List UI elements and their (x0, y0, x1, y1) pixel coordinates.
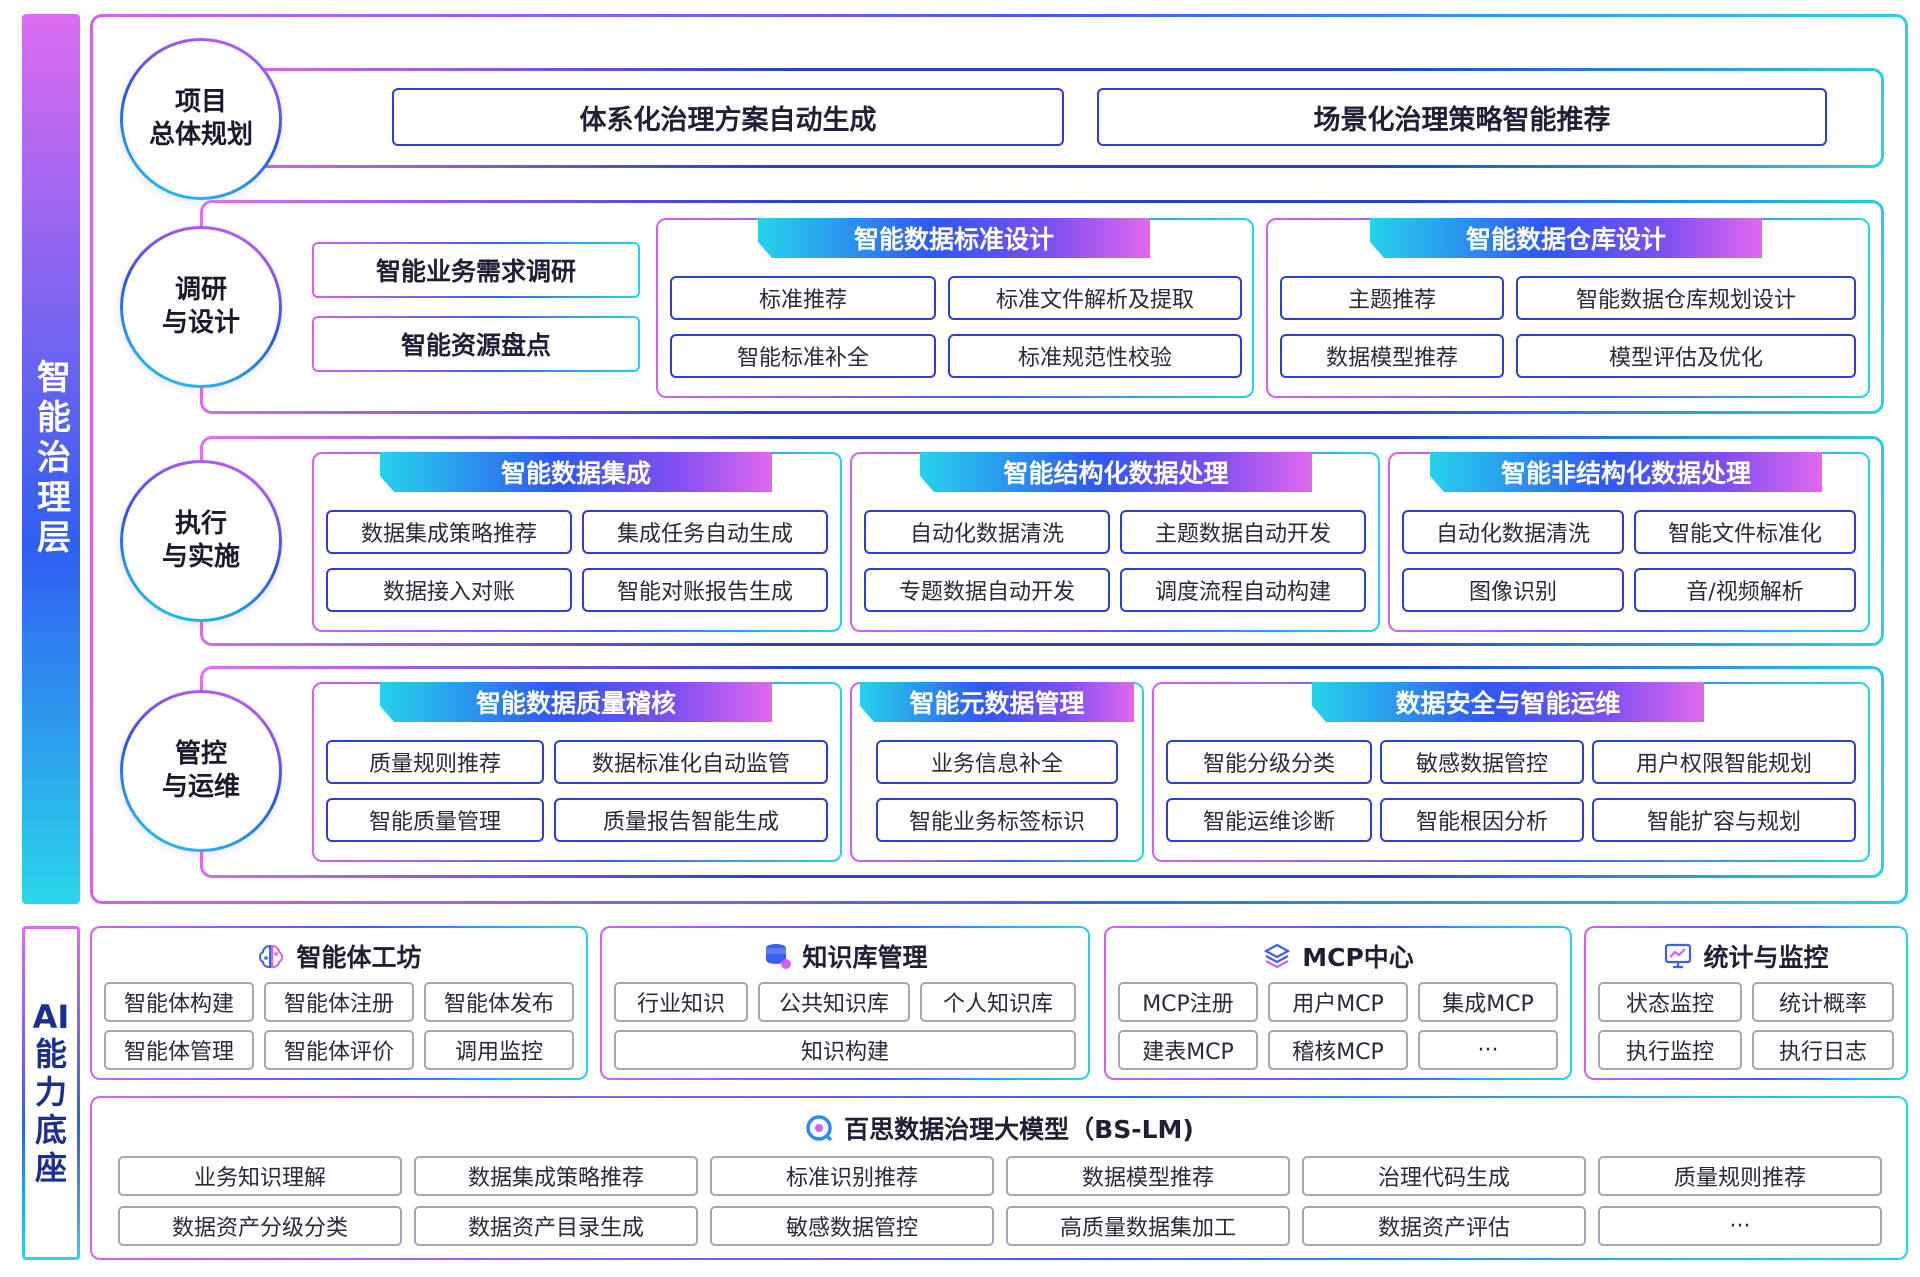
ability-item[interactable]: 智能体发布 (424, 982, 574, 1022)
group-item[interactable]: 数据标准化自动监管 (554, 740, 828, 784)
ability-item[interactable]: 建表MCP (1118, 1030, 1258, 1070)
ability-item[interactable]: 智能体评价 (264, 1030, 414, 1070)
group-quality-audit-title: 智能数据质量稽核 (380, 682, 772, 722)
group-item[interactable]: 智能分级分类 (1166, 740, 1372, 784)
group-item[interactable]: 用户权限智能规划 (1592, 740, 1856, 784)
group-data-integration-title: 智能数据集成 (380, 452, 772, 492)
ability-item[interactable]: MCP注册 (1118, 982, 1258, 1022)
ability-item[interactable]: 稽核MCP (1268, 1030, 1408, 1070)
group-item[interactable]: 智能数据仓库规划设计 (1516, 276, 1856, 320)
ability-item[interactable]: 智能体注册 (264, 982, 414, 1022)
ability-item[interactable]: 状态监控 (1598, 982, 1742, 1022)
ability-item[interactable]: 行业知识 (614, 982, 748, 1022)
group-item[interactable]: 标准推荐 (670, 276, 936, 320)
group-item[interactable]: 数据集成策略推荐 (326, 510, 572, 554)
group-item[interactable]: 智能文件标准化 (1634, 510, 1856, 554)
group-item[interactable]: 模型评估及优化 (1516, 334, 1856, 378)
model-item[interactable]: 数据模型推荐 (1006, 1156, 1290, 1196)
group-unstructured-processing-title: 智能非结构化数据处理 (1430, 452, 1822, 492)
ability-item[interactable]: 执行日志 (1752, 1030, 1894, 1070)
group-item[interactable]: 图像识别 (1402, 568, 1624, 612)
panel-knowledge-base-title: 知识库管理 (600, 936, 1090, 976)
group-item[interactable]: 智能运维诊断 (1166, 798, 1372, 842)
panel-agent-workshop-title: 智能体工坊 (90, 936, 588, 976)
model-item[interactable]: 高质量数据集加工 (1006, 1206, 1290, 1246)
model-item[interactable]: 治理代码生成 (1302, 1156, 1586, 1196)
ai-base-label: AI 能 力 底 座 (32, 997, 70, 1187)
planning-item[interactable]: 场景化治理策略智能推荐 (1097, 88, 1827, 146)
group-structured-processing-title: 智能结构化数据处理 (920, 452, 1312, 492)
ability-item[interactable]: 执行监控 (1598, 1030, 1742, 1070)
research-side-item[interactable]: 智能业务需求调研 (312, 242, 640, 298)
governance-layer-label: 智能治理层 (30, 359, 71, 559)
ability-item[interactable]: 知识构建 (614, 1030, 1076, 1070)
model-item[interactable]: ··· (1598, 1206, 1882, 1246)
group-standard-design-title: 智能数据标准设计 (758, 218, 1150, 258)
group-item[interactable]: 智能对账报告生成 (582, 568, 828, 612)
database-icon (766, 944, 792, 969)
group-item[interactable]: 质量规则推荐 (326, 740, 544, 784)
ability-item[interactable]: ··· (1418, 1030, 1558, 1070)
execute-circle: 执行 与实施 (120, 460, 282, 622)
model-item[interactable]: 敏感数据管控 (710, 1206, 994, 1246)
ability-item[interactable]: 集成MCP (1418, 982, 1558, 1022)
research-circle: 调研 与设计 (120, 226, 282, 388)
model-item[interactable]: 标准识别推荐 (710, 1156, 994, 1196)
group-item[interactable]: 敏感数据管控 (1380, 740, 1584, 784)
group-item[interactable]: 标准规范性校验 (948, 334, 1242, 378)
model-item[interactable]: 数据资产目录生成 (414, 1206, 698, 1246)
model-item[interactable]: 数据集成策略推荐 (414, 1156, 698, 1196)
group-item[interactable]: 智能根因分析 (1380, 798, 1584, 842)
brain-icon (259, 944, 284, 968)
model-item[interactable]: 数据资产分级分类 (118, 1206, 402, 1246)
ability-item[interactable]: 公共知识库 (758, 982, 910, 1022)
ability-item[interactable]: 智能体管理 (104, 1030, 254, 1070)
group-item[interactable]: 主题推荐 (1280, 276, 1504, 320)
panel-stats-monitoring-title: 统计与监控 (1584, 936, 1908, 976)
group-item[interactable]: 智能业务标签标识 (876, 798, 1118, 842)
group-item[interactable]: 集成任务自动生成 (582, 510, 828, 554)
planning-circle: 项目 总体规划 (120, 38, 282, 200)
group-item[interactable]: 数据模型推荐 (1280, 334, 1504, 378)
group-item[interactable]: 智能质量管理 (326, 798, 544, 842)
model-item[interactable]: 业务知识理解 (118, 1156, 402, 1196)
planning-item[interactable]: 体系化治理方案自动生成 (392, 88, 1064, 146)
group-warehouse-design-title: 智能数据仓库设计 (1370, 218, 1762, 258)
layers-icon (1263, 943, 1291, 969)
group-metadata-management-title: 智能元数据管理 (860, 682, 1134, 722)
group-item[interactable]: 音/视频解析 (1634, 568, 1856, 612)
group-item[interactable]: 智能标准补全 (670, 334, 936, 378)
group-item[interactable]: 自动化数据清洗 (864, 510, 1110, 554)
control-circle: 管控 与运维 (120, 690, 282, 852)
governance-layer-bar: 智能治理层 (22, 14, 80, 904)
group-item[interactable]: 智能扩容与规划 (1592, 798, 1856, 842)
ability-item[interactable]: 个人知识库 (920, 982, 1076, 1022)
research-side-item[interactable]: 智能资源盘点 (312, 316, 640, 372)
group-item[interactable]: 调度流程自动构建 (1120, 568, 1366, 612)
model-item[interactable]: 数据资产评估 (1302, 1206, 1586, 1246)
group-item[interactable]: 质量报告智能生成 (554, 798, 828, 842)
group-item[interactable]: 自动化数据清洗 (1402, 510, 1624, 554)
group-item[interactable]: 主题数据自动开发 (1120, 510, 1366, 554)
group-security-ops-title: 数据安全与智能运维 (1312, 682, 1704, 722)
model-logo-icon (806, 1115, 833, 1142)
group-item[interactable]: 标准文件解析及提取 (948, 276, 1242, 320)
group-item[interactable]: 业务信息补全 (876, 740, 1118, 784)
ability-item[interactable]: 用户MCP (1268, 982, 1408, 1022)
model-item[interactable]: 质量规则推荐 (1598, 1156, 1882, 1196)
ai-base-bar: AI 能 力 底 座 (22, 926, 80, 1260)
ability-item[interactable]: 统计概率 (1752, 982, 1894, 1022)
panel-large-model-title: 百思数据治理大模型（BS-LM) (90, 1108, 1908, 1148)
monitor-chart-icon (1665, 943, 1692, 969)
ability-item[interactable]: 调用监控 (424, 1030, 574, 1070)
ability-item[interactable]: 智能体构建 (104, 982, 254, 1022)
group-item[interactable]: 专题数据自动开发 (864, 568, 1110, 612)
panel-mcp-center-title: MCP中心 (1104, 936, 1572, 976)
group-item[interactable]: 数据接入对账 (326, 568, 572, 612)
